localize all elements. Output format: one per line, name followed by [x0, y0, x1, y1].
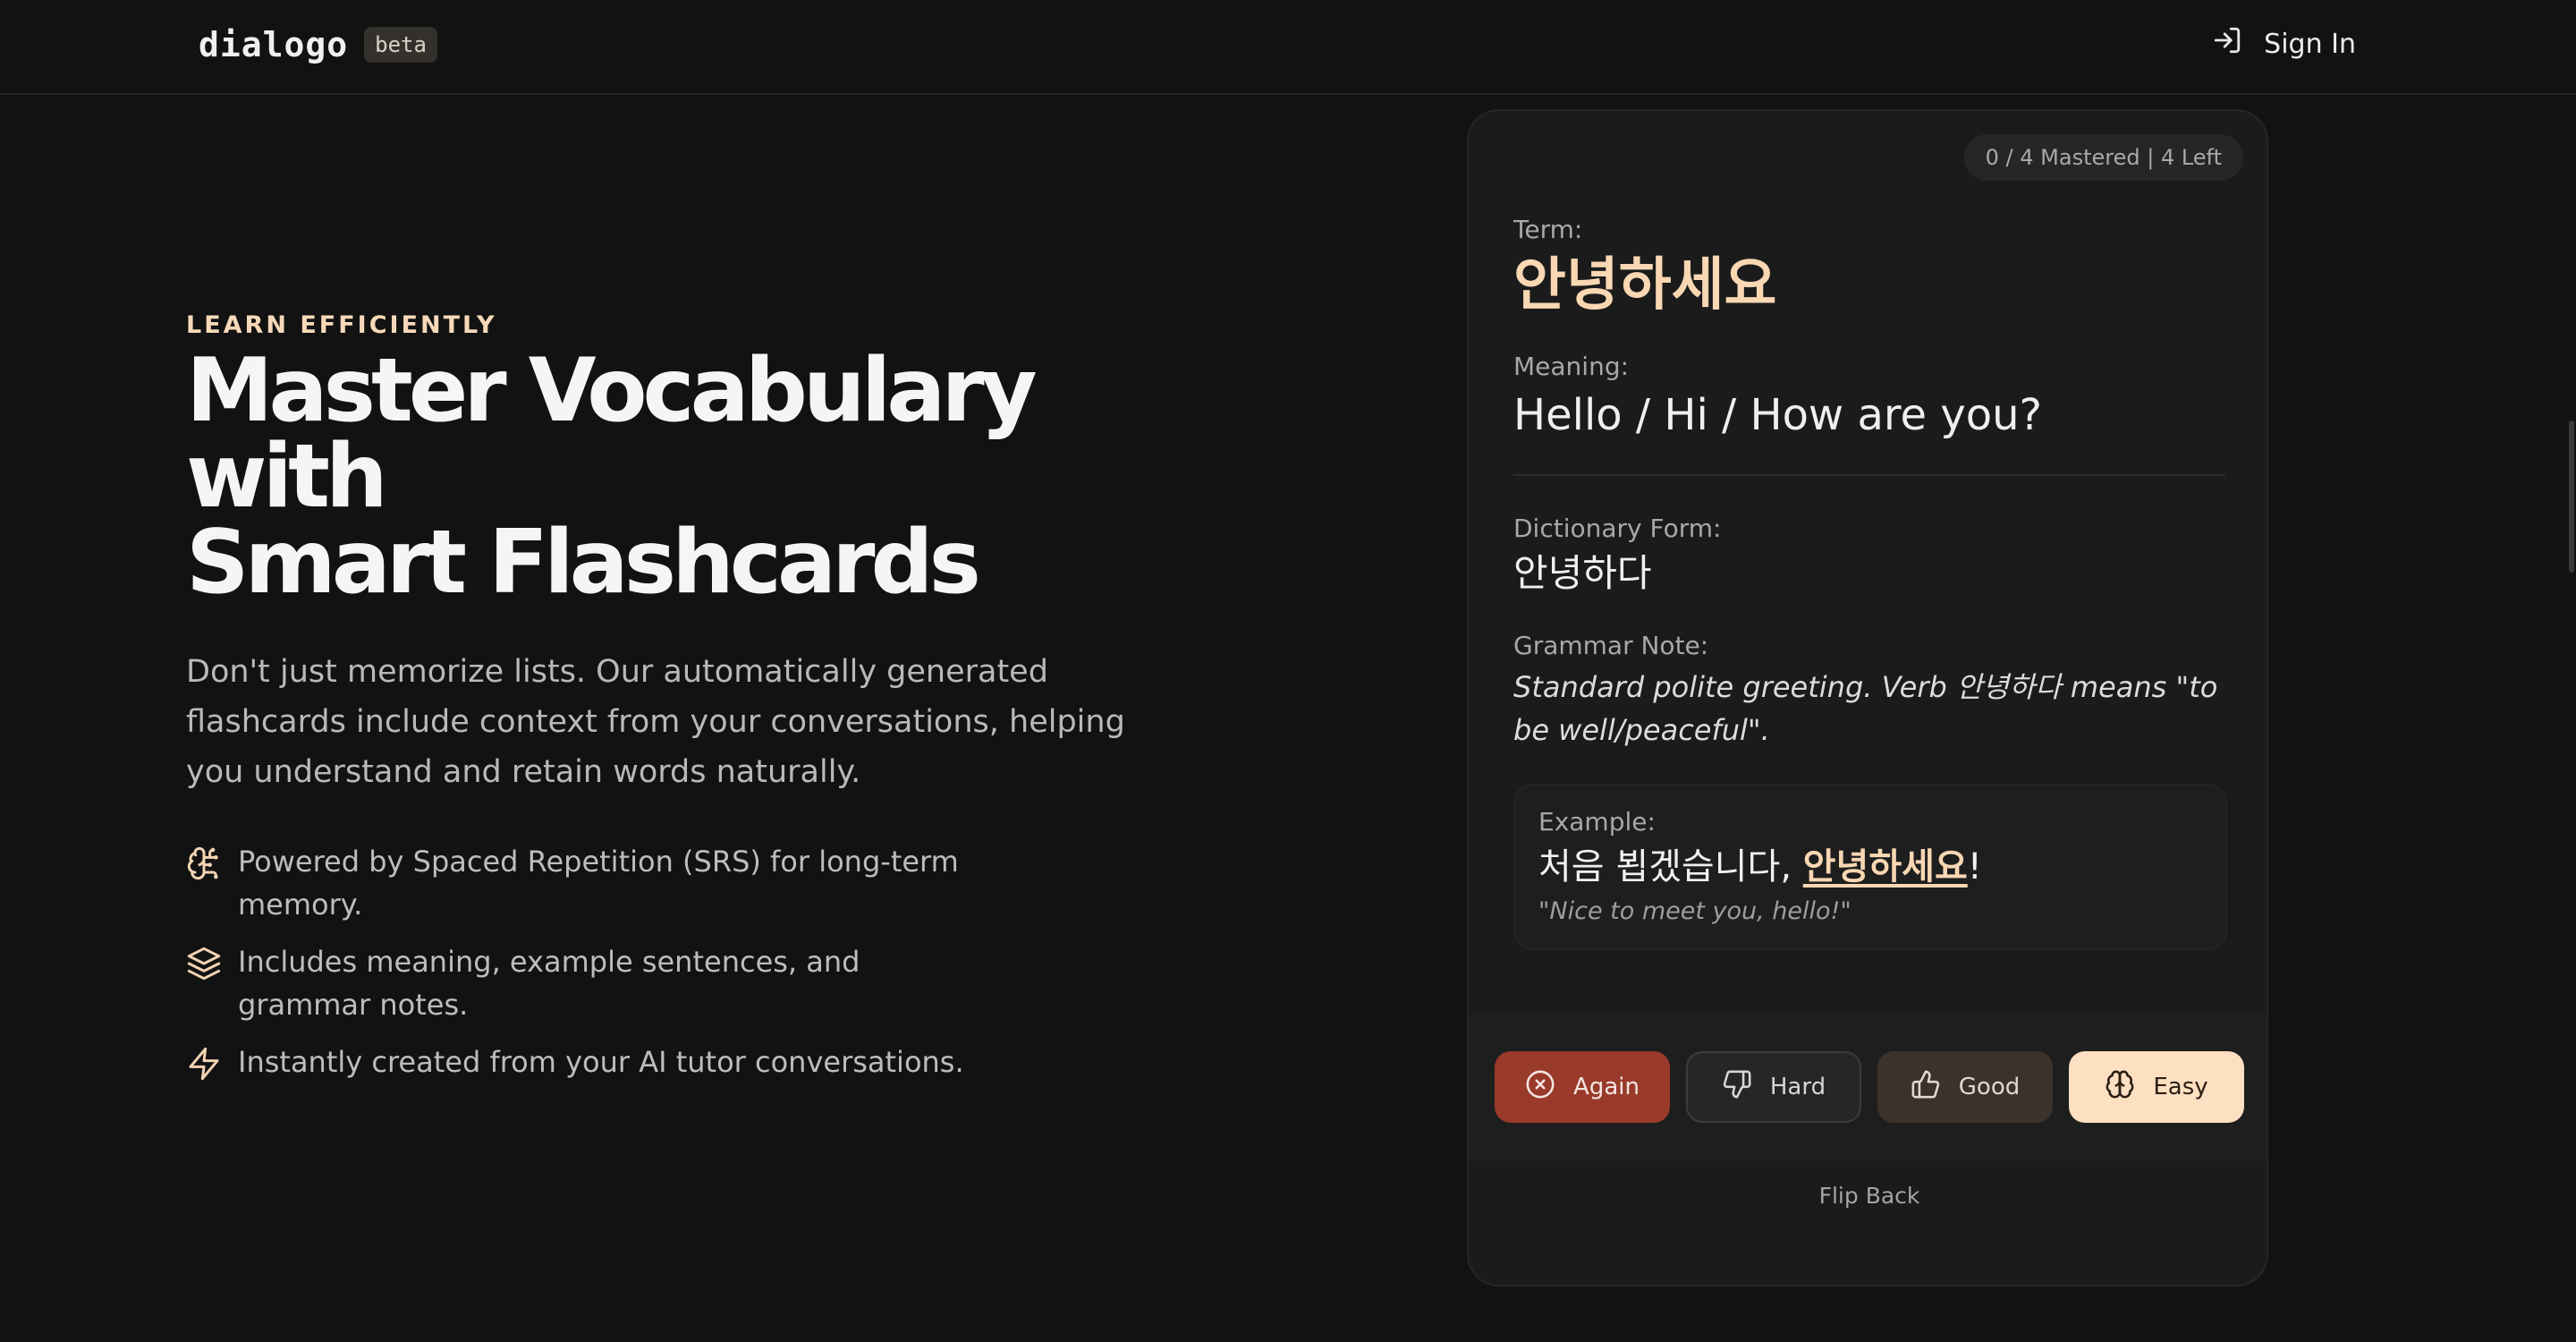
- headline-line-1: Master Vocabulary with: [186, 340, 1038, 528]
- feature-item: Includes meaning, example sentences, and…: [186, 940, 973, 1026]
- term-label: Term:: [1513, 215, 1583, 244]
- feature-item: Powered by Spaced Repetition (SRS) for l…: [186, 840, 973, 926]
- headline-line-2: Smart Flashcards: [186, 512, 981, 614]
- hero-headline: Master Vocabulary with Smart Flashcards: [186, 347, 1215, 607]
- feature-text: Instantly created from your AI tutor con…: [238, 1045, 964, 1079]
- example-prefix: 처음 뵙겠습니다,: [1538, 846, 1803, 888]
- grammar-note-value: Standard polite greeting. Verb 안녕하다 mean…: [1513, 670, 2218, 747]
- feature-text: Powered by Spaced Repetition (SRS) for l…: [238, 845, 959, 922]
- flashcard[interactable]: 0 / 4 Mastered | 4 Left Term: 안녕하세요 Mean…: [1467, 109, 2268, 1287]
- rating-buttons: Again Hard Good Easy: [1469, 1013, 2267, 1161]
- feature-list: Powered by Spaced Repetition (SRS) for l…: [186, 840, 1215, 1083]
- thumbs-up-icon: [1911, 1069, 1941, 1106]
- meaning-value: Hello / Hi / How are you?: [1513, 386, 2225, 476]
- example-translation: "Nice to meet you, hello!": [1538, 897, 1852, 925]
- example-sentence: 처음 뵙겠습니다, 안녕하세요!: [1538, 842, 2202, 892]
- example-highlight: 안녕하세요: [1802, 846, 1968, 888]
- example-label: Example:: [1538, 807, 1656, 837]
- feature-text: Includes meaning, example sentences, and…: [238, 945, 860, 1022]
- x-circle-icon: [1525, 1069, 1555, 1106]
- term-value: 안녕하세요: [1513, 252, 1777, 319]
- easy-label: Easy: [2153, 1074, 2208, 1100]
- hero-subcopy: Don't just memorize lists. Our automatic…: [186, 654, 1125, 790]
- brand-logo-text: dialogo: [199, 25, 349, 64]
- zap-icon: [186, 1046, 222, 1082]
- sign-in-button[interactable]: Sign In: [2212, 25, 2356, 63]
- sign-in-label: Sign In: [2264, 28, 2356, 60]
- grammar-note-label: Grammar Note:: [1513, 631, 1709, 660]
- example-box: Example: 처음 뵙겠습니다, 안녕하세요! "Nice to meet …: [1513, 784, 2227, 950]
- again-button[interactable]: Again: [1495, 1051, 1670, 1123]
- feature-item: Instantly created from your AI tutor con…: [186, 1040, 973, 1083]
- brand[interactable]: dialogo beta: [199, 25, 437, 64]
- hero-eyebrow: LEARN EFFICIENTLY: [186, 311, 497, 339]
- easy-button[interactable]: Easy: [2069, 1051, 2244, 1123]
- flashcard-back-content: Term: 안녕하세요 Meaning: Hello / Hi / How ar…: [1513, 215, 2227, 950]
- layers-icon: [186, 946, 222, 981]
- brain-icon: [2105, 1069, 2135, 1106]
- top-navbar: dialogo beta Sign In: [0, 0, 2576, 95]
- mastery-progress-badge: 0 / 4 Mastered | 4 Left: [1963, 134, 2243, 181]
- beta-badge: beta: [364, 27, 437, 63]
- good-label: Good: [1958, 1074, 2021, 1100]
- hero-section: LEARN EFFICIENTLY Master Vocabulary with…: [186, 311, 1215, 1098]
- example-suffix: !: [1967, 846, 1982, 888]
- dictionary-form-label: Dictionary Form:: [1513, 514, 1722, 543]
- brain-icon: [186, 845, 222, 881]
- flip-back-link[interactable]: Flip Back: [1469, 1183, 2267, 1209]
- hard-button[interactable]: Hard: [1686, 1051, 1861, 1123]
- dictionary-form-value: 안녕하다: [1513, 551, 1652, 595]
- page-scrollbar[interactable]: [2569, 420, 2574, 573]
- again-label: Again: [1573, 1074, 1640, 1100]
- hard-label: Hard: [1769, 1074, 1826, 1100]
- meaning-label: Meaning:: [1513, 352, 1630, 381]
- good-button[interactable]: Good: [1877, 1051, 2053, 1123]
- log-in-icon: [2212, 25, 2242, 63]
- thumbs-down-icon: [1722, 1069, 1752, 1106]
